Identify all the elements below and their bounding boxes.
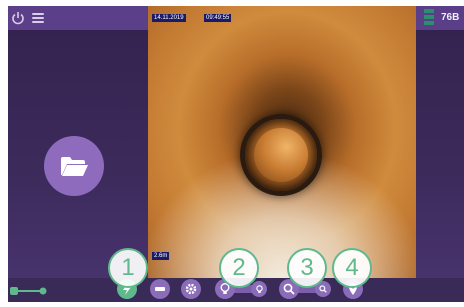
- battery-level: 76B: [441, 12, 460, 23]
- callout-1: 1: [108, 248, 148, 288]
- bulb-small-icon: [255, 284, 263, 293]
- signal-icon: [424, 9, 434, 27]
- gear-icon: [185, 283, 197, 295]
- callout-2: 2: [219, 248, 259, 288]
- light-decrease-button[interactable]: [251, 281, 267, 297]
- video-time: 09:49:55: [204, 14, 232, 22]
- settings-button[interactable]: [181, 279, 201, 299]
- distance-counter: 2.6m: [152, 252, 170, 260]
- power-icon[interactable]: [11, 11, 25, 25]
- camera-video-feed[interactable]: 14.11.2019 09:49:55 2.6m: [148, 6, 416, 278]
- folder-icon: [61, 157, 88, 176]
- menu-icon[interactable]: [32, 13, 44, 23]
- minus-icon: [155, 287, 165, 291]
- callout-4: 4: [332, 248, 372, 288]
- zoom-small-icon: [319, 285, 327, 293]
- cable-icon: [10, 287, 47, 295]
- zoom-icon: [283, 283, 295, 295]
- video-date: 14.11.2019: [152, 14, 186, 22]
- callout-3: 3: [287, 248, 327, 288]
- open-folder-button[interactable]: [44, 136, 104, 196]
- minus-button[interactable]: [150, 279, 170, 299]
